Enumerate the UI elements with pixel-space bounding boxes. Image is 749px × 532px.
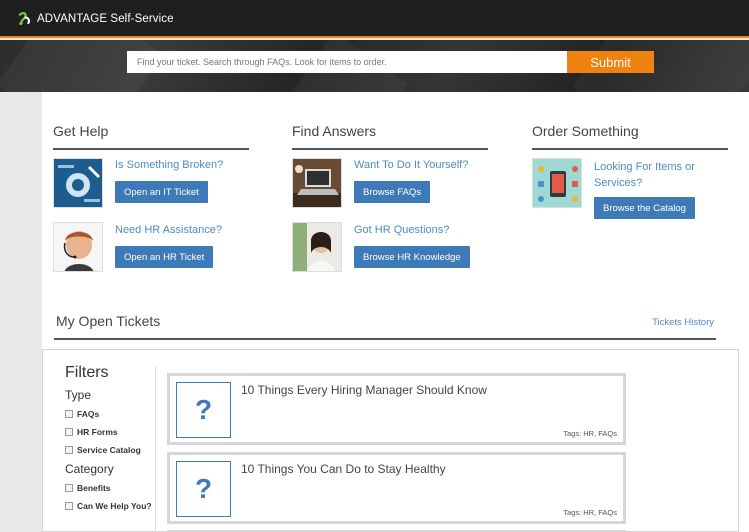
section-divider [53,148,249,150]
laptop-thumbnail [292,158,342,208]
card-title[interactable]: 10 Things You Can Do to Stay Healthy [241,462,446,476]
top-bar: ADVANTAGE Self-Service [0,0,749,38]
filter-benefits-checkbox[interactable]: Benefits [65,482,165,494]
browse-faqs-button[interactable]: Browse FAQs [354,181,431,203]
filter-group-type: Type [65,388,92,402]
filters-divider [155,366,156,532]
filters-panel: Filters Type FAQs HR Forms Service Catal… [65,364,165,512]
open-hr-ticket-button[interactable]: Open an HR Ticket [115,246,214,268]
checkbox-icon[interactable] [65,428,73,436]
hr-support-thumbnail [53,222,103,272]
search-input[interactable] [127,51,567,73]
checkbox-icon[interactable] [65,484,73,492]
filter-can-we-help-checkbox[interactable]: Can We Help You? [65,500,165,512]
card-title[interactable]: 10 Things Every Hiring Manager Should Kn… [241,383,487,397]
checkbox-icon[interactable] [65,502,73,510]
find-answers-title: Find Answers [292,123,377,139]
want-to-do-it-yourself-link[interactable]: Want To Do It Yourself? [354,159,468,171]
section-divider [532,148,728,150]
filter-faqs-checkbox[interactable]: FAQs [65,408,165,420]
brand[interactable]: ADVANTAGE Self-Service [17,11,174,26]
card-tags: Tags: HR, FAQs [563,508,617,517]
catalog-thumbnail [532,158,582,208]
knowledge-card[interactable]: ? 10 Things Every Hiring Manager Should … [167,373,626,445]
filters-title: Filters [65,364,109,381]
card-tags: Tags: HR, FAQs [563,429,617,438]
looking-for-items-link[interactable]: Looking For Items or Services? [594,159,714,191]
hr-person-thumbnail [292,222,342,272]
question-mark-icon: ? [176,461,231,517]
filter-service-catalog-checkbox[interactable]: Service Catalog [65,444,165,456]
need-hr-assistance-link[interactable]: Need HR Assistance? [115,224,222,236]
question-mark-icon: ? [176,382,231,438]
brand-name: ADVANTAGE Self-Service [37,12,174,25]
checkbox-icon[interactable] [65,410,73,418]
tickets-history-link[interactable]: Tickets History [652,317,714,328]
browse-catalog-button[interactable]: Browse the Catalog [594,197,695,219]
advantage-logo-icon [18,12,31,26]
got-hr-questions-link[interactable]: Got HR Questions? [354,224,449,236]
filter-group-category: Category [65,462,114,476]
browse-hr-knowledge-button[interactable]: Browse HR Knowledge [354,246,470,268]
my-open-tickets-title: My Open Tickets [56,313,161,329]
section-divider [54,338,716,340]
filter-hr-forms-checkbox[interactable]: HR Forms [65,426,165,438]
search-hero: Submit [0,40,749,92]
it-support-thumbnail [53,158,103,208]
knowledge-panel: Filters Type FAQs HR Forms Service Catal… [42,349,739,532]
submit-button[interactable]: Submit [567,51,654,73]
section-divider [292,148,488,150]
knowledge-card[interactable]: ? 10 Things You Can Do to Stay Healthy T… [167,452,626,524]
order-something-title: Order Something [532,123,639,139]
get-help-title: Get Help [53,123,109,139]
is-something-broken-link[interactable]: Is Something Broken? [115,159,223,171]
open-it-ticket-button[interactable]: Open an IT Ticket [115,181,208,203]
checkbox-icon[interactable] [65,446,73,454]
